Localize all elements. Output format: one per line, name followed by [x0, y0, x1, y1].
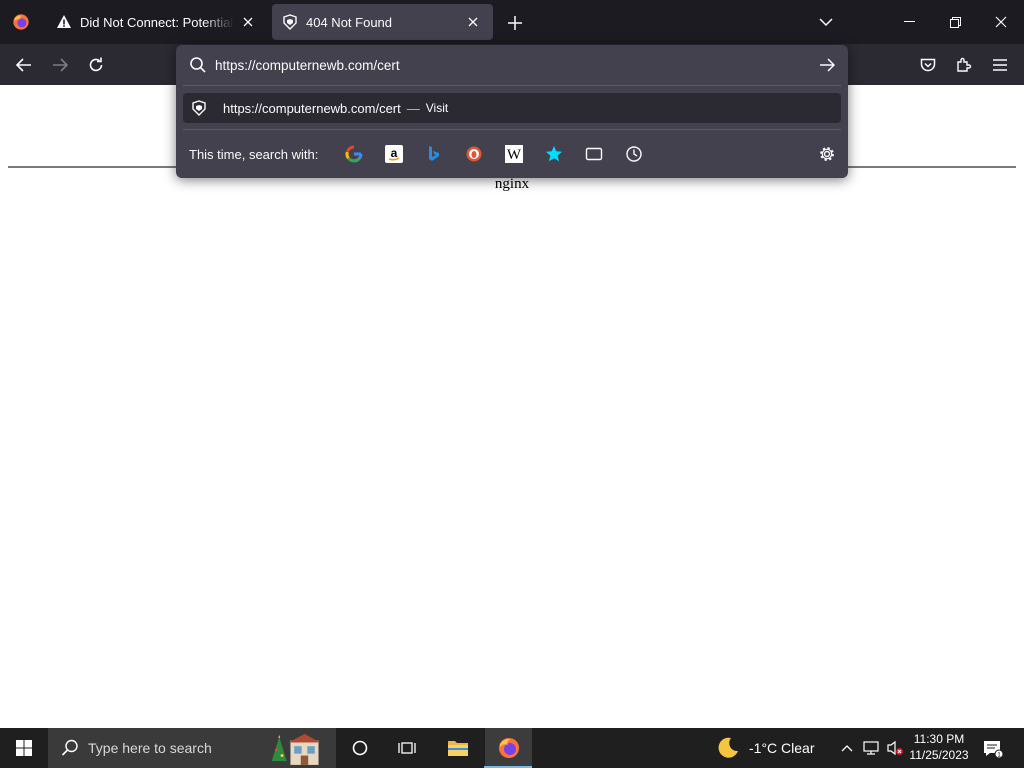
action-center-button[interactable]: 1 [982, 738, 1004, 760]
file-explorer-button[interactable] [435, 728, 481, 768]
bing-icon[interactable] [423, 143, 445, 165]
chevron-down-icon [819, 18, 833, 27]
arrow-left-icon [16, 58, 31, 72]
search-icon [190, 57, 206, 73]
server-signature: nginx [494, 176, 530, 192]
extensions-button[interactable] [951, 52, 977, 78]
history-icon[interactable] [623, 143, 645, 165]
arrow-right-icon [820, 58, 835, 72]
search-placeholder: Type here to search [88, 740, 212, 756]
url-input[interactable] [215, 55, 795, 75]
task-view-button[interactable] [384, 728, 430, 768]
cortana-icon [352, 740, 368, 756]
restore-icon [949, 16, 961, 28]
hamburger-menu-icon [993, 59, 1007, 71]
result-separator: — [406, 100, 420, 116]
warning-icon [56, 14, 72, 30]
arrow-right-icon [53, 58, 68, 72]
divider [183, 129, 841, 130]
task-view-icon [398, 742, 416, 754]
notification-icon: 1 [984, 741, 1003, 758]
back-button[interactable] [11, 52, 37, 78]
tab-strip: Did Not Connect: Potential Security Issu… [0, 0, 1024, 44]
urlbar-result-visit[interactable]: https://computernewb.com/cert — Visit [183, 93, 841, 123]
close-icon[interactable] [238, 12, 258, 32]
show-hidden-icons-button[interactable] [838, 738, 856, 758]
minimize-button[interactable] [886, 0, 932, 44]
result-action: Visit [425, 101, 449, 115]
moon-icon [718, 737, 738, 758]
close-icon [995, 16, 1007, 28]
puzzle-icon [957, 57, 972, 72]
chevron-up-icon [841, 745, 853, 752]
google-icon[interactable] [343, 143, 365, 165]
gear-icon [820, 147, 834, 161]
windows-icon [16, 740, 32, 756]
amazon-icon[interactable]: a [383, 143, 405, 165]
taskbar: Type here to search -1°C Clear 11:30 PM … [0, 728, 1024, 768]
urlbar-popup: https://computernewb.com/cert — Visit Th… [176, 45, 848, 178]
restore-button[interactable] [932, 0, 978, 44]
taskbar-search-box[interactable]: Type here to search [48, 728, 336, 768]
search-icon [61, 739, 78, 756]
wikipedia-icon[interactable]: W [503, 143, 525, 165]
one-off-label: This time, search with: [189, 147, 319, 162]
clock-date: 11/25/2023 [909, 748, 969, 762]
start-button[interactable] [0, 728, 48, 768]
firefox-icon [13, 14, 29, 30]
plus-icon [508, 16, 522, 30]
reload-button[interactable] [83, 52, 109, 78]
tab-title: Did Not Connect: Potential Security Issu… [80, 14, 234, 30]
bookmarks-icon[interactable] [543, 143, 565, 165]
urlbar-input-row [176, 45, 848, 85]
weather-widget[interactable]: -1°C Clear [749, 740, 815, 756]
list-all-tabs-button[interactable] [814, 11, 838, 33]
cortana-button[interactable] [337, 728, 383, 768]
forward-button[interactable] [47, 52, 73, 78]
firefox-taskbar-button[interactable] [485, 728, 532, 768]
search-highlight-illustration [271, 734, 321, 765]
reload-icon [89, 57, 103, 72]
network-icon[interactable] [862, 738, 880, 758]
volume-muted-icon[interactable] [886, 738, 904, 758]
clock-time: 11:30 PM [913, 732, 965, 746]
generic-page-icon [191, 100, 207, 116]
firefox-icon [498, 738, 519, 758]
close-window-button[interactable] [978, 0, 1024, 44]
go-button[interactable] [816, 55, 838, 75]
tab-title: 404 Not Found [306, 14, 393, 30]
close-icon[interactable] [463, 12, 483, 32]
svg-text:W: W [507, 147, 522, 163]
new-tab-button[interactable] [503, 11, 527, 35]
tab-404-not-found[interactable]: 404 Not Found [272, 4, 493, 40]
generic-page-icon [282, 14, 298, 30]
one-off-search-bar: This time, search with: a W [176, 135, 848, 173]
folder-icon [448, 741, 468, 756]
tabs-icon[interactable] [583, 143, 605, 165]
pocket-icon [920, 58, 936, 71]
system-clock[interactable]: 11:30 PM 11/25/2023 [906, 731, 972, 763]
pocket-button[interactable] [915, 52, 941, 78]
divider [183, 85, 841, 86]
duckduckgo-icon[interactable] [463, 143, 485, 165]
tab-security-issue[interactable]: Did Not Connect: Potential Security Issu… [46, 4, 268, 40]
firefox-view-button[interactable] [0, 0, 42, 44]
minimize-icon [903, 21, 915, 22]
result-url: https://computernewb.com/cert [223, 100, 401, 116]
search-settings-button[interactable] [816, 143, 838, 165]
app-menu-button[interactable] [987, 52, 1013, 78]
svg-text:a: a [391, 146, 398, 160]
